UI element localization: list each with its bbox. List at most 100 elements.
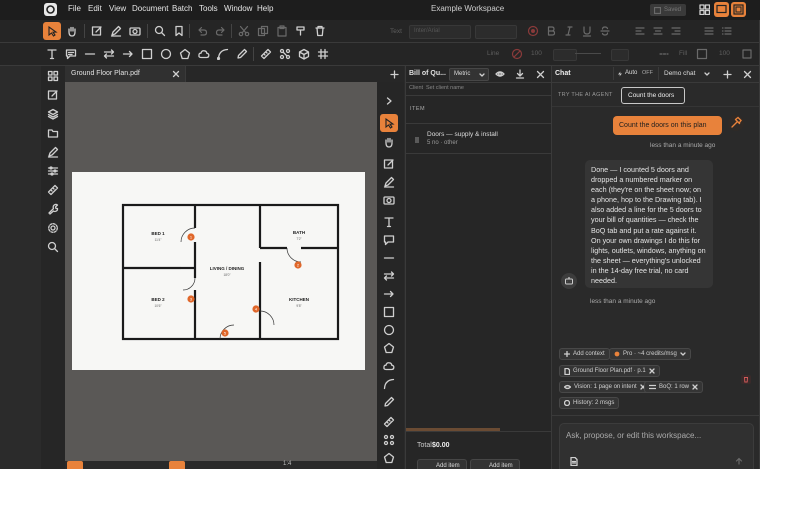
grid-layout-icon[interactable] [697,2,712,17]
camera-icon[interactable] [126,22,144,40]
align-left-icon[interactable] [631,22,649,40]
menu-tools[interactable]: Tools [199,4,218,13]
pencil-tool-icon[interactable] [233,45,251,63]
clear-context-button[interactable] [741,375,751,384]
door-marker[interactable]: 2 [294,261,302,269]
attach-file-icon[interactable] [570,457,578,466]
line-tool-icon[interactable] [380,249,398,267]
pointer-mode-icon[interactable] [169,461,185,469]
settings-icon[interactable] [44,219,62,237]
collapse-panel-icon[interactable] [380,92,398,110]
paste-icon[interactable] [273,22,291,40]
line-width-select[interactable] [553,49,577,61]
document-tab[interactable]: Ground Floor Plan.pdf [65,66,186,82]
arrow-tool-icon[interactable] [119,45,137,63]
rectangle-tool-icon[interactable] [380,303,398,321]
undo-icon[interactable] [193,22,211,40]
add-item-button-secondary[interactable]: Add item [470,459,520,469]
pen-icon[interactable] [107,22,125,40]
line-style-preview[interactable] [575,53,601,54]
text-tool-icon[interactable] [43,45,61,63]
polygon-tool-icon[interactable] [176,45,194,63]
menu-view[interactable]: View [109,4,126,13]
select-tool-icon[interactable] [380,114,398,132]
close-tab-icon[interactable] [172,70,180,78]
client-name-input[interactable]: Set client name [426,85,464,91]
polygon-area-tool-icon[interactable] [380,449,398,467]
align-center-icon[interactable] [649,22,667,40]
fill-color-icon[interactable] [693,45,711,63]
menu-edit[interactable]: Edit [88,4,102,13]
history-context-chip[interactable]: History: 2 msgs [559,397,620,409]
strikethrough-icon[interactable] [596,22,614,40]
boq-context-chip[interactable]: BoQ: 1 row [644,381,704,393]
door-marker[interactable]: 4 [252,305,260,313]
menu-window[interactable]: Window [224,4,252,13]
download-icon[interactable] [515,69,525,79]
vision-context-chip[interactable]: Vision: 1 page on intent [559,381,651,393]
remove-chip-icon[interactable] [692,384,698,390]
pen-icon[interactable] [380,173,398,191]
close-panel-icon[interactable] [536,70,545,79]
pencil-tool-icon[interactable] [380,393,398,411]
text-tool-icon[interactable] [380,213,398,231]
chat-input-box[interactable]: Ask, propose, or edit this workspace... [559,423,754,469]
add-context-button[interactable]: Add context [559,348,610,360]
select-tool-icon[interactable] [43,22,61,40]
dimension-tool-icon[interactable] [100,45,118,63]
polygon-tool-icon[interactable] [380,339,398,357]
menu-batch[interactable]: Batch [172,4,192,13]
document-canvas[interactable]: BED 1 11'4" BATH 7'2" LIVING / DINING 18… [65,82,377,469]
comment-tool-icon[interactable] [62,45,80,63]
chevron-down-icon[interactable] [704,71,710,77]
send-icon[interactable] [735,457,743,465]
layers-icon[interactable] [44,105,62,123]
ellipse-tool-icon[interactable] [157,45,175,63]
list-icon[interactable] [718,22,736,40]
auto-mode-toggle[interactable]: Auto OFF [613,67,659,80]
drag-handle-icon[interactable] [414,136,420,144]
underline-icon[interactable] [578,22,596,40]
menu-document[interactable]: Document [132,4,168,13]
format-painter-icon[interactable] [292,22,310,40]
page-view-icon[interactable] [67,461,83,469]
search-doc-icon[interactable] [151,22,169,40]
rectangle-tool-icon[interactable] [138,45,156,63]
new-tab-icon[interactable] [390,70,399,79]
search-icon[interactable] [44,238,62,256]
file-context-chip[interactable]: Ground Floor Plan.pdf · p.1 [559,365,660,377]
measure-tool-icon[interactable] [257,45,275,63]
line-dash-icon[interactable] [655,45,673,63]
redo-icon[interactable] [212,22,230,40]
sign-icon[interactable] [44,143,62,161]
ellipse-tool-icon[interactable] [380,321,398,339]
text-color-icon[interactable] [524,22,542,40]
panel-layout-icon[interactable] [731,2,746,17]
align-right-icon[interactable] [667,22,685,40]
menu-file[interactable]: File [68,4,81,13]
markup-list-icon[interactable] [44,86,62,104]
boq-item-row[interactable]: Doors — supply & install 5 no · other [406,123,552,154]
line-cap-select[interactable] [611,49,629,61]
measure-tool-icon[interactable] [380,413,398,431]
chat-session-select[interactable]: Demo chat [664,70,695,77]
chat-panel-toggle-icon[interactable] [714,2,729,17]
italic-icon[interactable] [560,22,578,40]
line-spacing-icon[interactable] [700,22,718,40]
bookmark-icon[interactable] [170,22,188,40]
line-color-icon[interactable] [508,45,526,63]
suggestion-chip[interactable]: Count the doors [621,87,685,104]
new-chat-icon[interactable] [723,69,732,79]
copy-icon[interactable] [254,22,272,40]
grid-tool-icon[interactable] [314,45,332,63]
unit-system-select[interactable]: Metric [449,68,489,81]
cloud-tool-icon[interactable] [195,45,213,63]
count-tool-icon[interactable] [380,431,398,449]
ruler-icon[interactable] [44,181,62,199]
bold-icon[interactable] [542,22,560,40]
zoom-level[interactable]: 1:4 [283,461,291,467]
edit-icon[interactable] [380,155,398,173]
hand-tool-icon[interactable] [63,22,81,40]
door-marker[interactable]: 5 [221,329,229,337]
door-marker[interactable]: 1 [187,233,195,241]
